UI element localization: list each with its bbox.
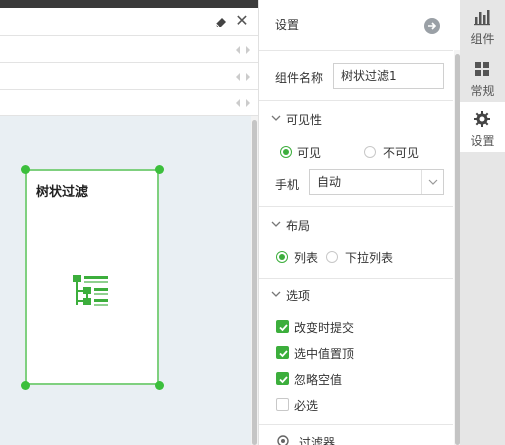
rail-item-components[interactable]: 组件 [460,0,505,50]
toolbar-row-2 [0,64,258,90]
gear-icon [474,111,490,127]
chevron-down-icon [428,179,438,185]
right-icon-rail: 组件 常规 设置 [460,0,505,445]
collapse-panel-button[interactable] [424,18,440,34]
radio-dropdown[interactable] [326,251,338,263]
filter-label[interactable]: 过滤器 [299,434,335,445]
checkbox-required[interactable] [276,398,289,411]
eraser-icon[interactable] [214,15,228,29]
visibility-title: 可见性 [286,113,323,127]
radio-visible[interactable] [280,146,292,158]
toolbar-row-3 [0,90,258,116]
widget-title: 树状过滤 [36,185,89,200]
rail-item-settings[interactable]: 设置 [460,102,505,152]
visibility-section-header[interactable]: 可见性 [259,106,453,132]
scroll-arrows-icon[interactable] [234,44,252,56]
canvas-area: ✕ 树状过滤 [0,0,258,445]
chevron-down-icon [271,221,281,227]
tree-filter-widget[interactable]: 树状过滤 [25,169,159,385]
resize-handle-bottom-left[interactable] [21,381,30,390]
panel-title: 设置 [275,18,300,32]
check-icon [279,350,288,358]
rail-label: 组件 [470,32,495,46]
toolbar-row-1 [0,37,258,63]
grid-icon [475,62,489,76]
radio-invisible-label: 不可见 [383,146,420,160]
layout-section-header[interactable]: 布局 [259,212,453,238]
divider [259,424,453,425]
mobile-visibility-select[interactable]: 自动 [309,169,444,195]
chevron-down-icon [271,115,281,121]
chevron-down-icon [271,291,281,297]
tree-filter-icon [73,275,108,306]
resize-handle-top-right[interactable] [155,165,164,174]
resize-handle-bottom-right[interactable] [155,381,164,390]
divider [259,50,453,51]
radio-list-label: 列表 [294,251,319,265]
top-strip [0,0,258,8]
settings-panel: 设置 组件名称 树状过滤1 可见性 可见 不可见 手机 自动 布局 列表 下拉列… [258,0,461,445]
resize-handle-top-left[interactable] [21,165,30,174]
mobile-label: 手机 [275,178,300,192]
checkbox-label: 必选 [294,399,319,413]
radio-list[interactable] [276,251,288,263]
checkbox-ignore-empty[interactable] [276,372,289,385]
options-title: 选项 [286,289,311,303]
canvas-scrollbar[interactable] [251,116,258,445]
scroll-arrows-icon[interactable] [234,97,252,109]
radio-visible-label: 可见 [297,146,322,160]
canvas-toolbar: ✕ [0,8,258,36]
mobile-select-value: 自动 [317,175,342,189]
component-name-input[interactable]: 树状过滤1 [333,63,444,89]
select-arrow[interactable] [421,170,443,194]
checkbox-label: 改变时提交 [294,321,355,335]
divider [259,100,453,101]
check-icon [279,324,288,332]
checkbox-label: 忽略空值 [294,373,343,387]
divider [259,206,453,207]
radio-invisible[interactable] [364,146,376,158]
bar-chart-icon [474,10,490,26]
rail-label: 常规 [470,84,495,98]
arrow-right-icon [428,22,437,30]
radio-dropdown-label: 下拉列表 [345,251,394,265]
checkbox-submit-on-change[interactable] [276,320,289,333]
scrollbar-thumb[interactable] [252,120,257,445]
rail-label: 设置 [470,134,495,148]
panel-header: 设置 [259,0,453,50]
scroll-arrows-icon[interactable] [234,71,252,83]
checkbox-selected-on-top[interactable] [276,346,289,359]
component-name-label: 组件名称 [275,71,324,85]
rail-item-general[interactable]: 常规 [460,52,505,102]
options-section-header[interactable]: 选项 [259,282,453,308]
checkbox-label: 选中值置顶 [294,347,355,361]
close-icon[interactable]: ✕ [234,13,250,29]
layout-title: 布局 [286,219,311,233]
divider [259,278,453,279]
gear-icon[interactable] [275,433,291,445]
check-icon [279,376,288,384]
